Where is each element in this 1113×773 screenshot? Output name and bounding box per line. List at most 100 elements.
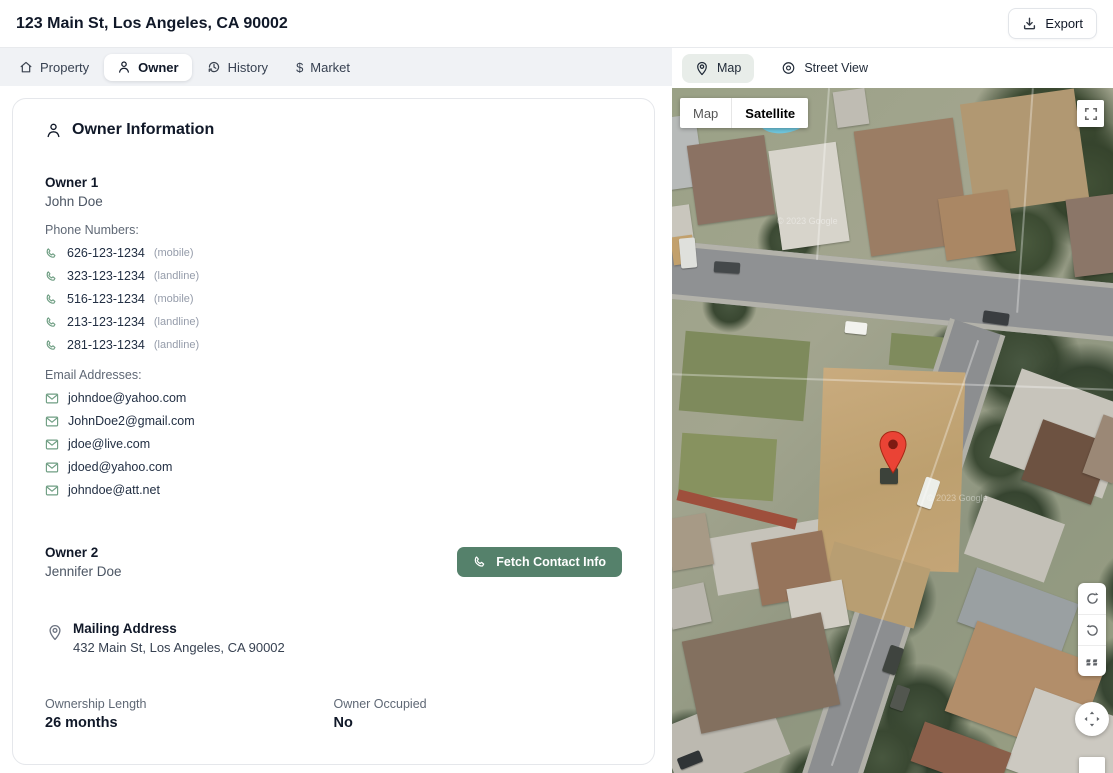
person-icon	[117, 60, 131, 74]
phone-type: (mobile)	[154, 247, 194, 259]
phone-type: (mobile)	[154, 293, 194, 305]
ownership-length-label: Ownership Length	[45, 697, 334, 711]
toggle-street-view-label: Street View	[804, 61, 868, 75]
phone-number: 516-123-1234	[67, 292, 145, 306]
rotate-counterclockwise-icon	[1085, 623, 1100, 638]
tab-market[interactable]: $ Market	[283, 54, 363, 81]
download-icon	[1022, 16, 1037, 31]
mailing-address-label: Mailing Address	[73, 621, 285, 636]
email-address: johndoe@yahoo.com	[68, 391, 186, 405]
rotate-counterclockwise-button[interactable]	[1078, 614, 1106, 645]
map-type-map-button[interactable]: Map	[680, 98, 731, 128]
tab-property[interactable]: Property	[6, 54, 102, 81]
email-icon	[45, 484, 59, 497]
owner-stats: Ownership Length 26 months Owner Occupie…	[45, 697, 622, 731]
phone-icon	[45, 316, 58, 329]
fullscreen-button[interactable]	[1077, 100, 1104, 127]
email-address: jdoe@live.com	[68, 437, 150, 451]
map-type-satellite-button[interactable]: Satellite	[731, 98, 808, 128]
phone-number: 281-123-1234	[67, 338, 145, 352]
email-icon	[45, 392, 59, 405]
phone-row: 516-123-1234 (mobile)	[45, 292, 622, 306]
fetch-contact-info-label: Fetch Contact Info	[496, 555, 606, 569]
owner-occupied-stat: Owner Occupied No	[334, 697, 623, 731]
email-address: jdoed@yahoo.com	[68, 460, 172, 474]
toggle-map-label: Map	[717, 61, 741, 75]
tab-bar: Property Owner History $	[0, 48, 672, 86]
owner-2-name: Jennifer Doe	[45, 564, 122, 579]
map-view-toggle: Map Street View	[672, 48, 1113, 88]
phone-number: 626-123-1234	[67, 246, 145, 260]
phone-type: (landline)	[154, 339, 199, 351]
tab-owner-label: Owner	[138, 60, 178, 75]
phone-type: (landline)	[154, 270, 199, 282]
phone-number: 213-123-1234	[67, 315, 145, 329]
owner-2-title: Owner 2	[45, 545, 122, 560]
tab-market-label: Market	[310, 60, 350, 75]
eye-icon	[781, 61, 796, 75]
email-icon	[45, 438, 59, 451]
email-icon	[45, 461, 59, 474]
tilt-button[interactable]	[1078, 645, 1106, 676]
tab-history[interactable]: History	[194, 54, 281, 81]
tab-history-label: History	[228, 60, 268, 75]
mailing-address-block: Mailing Address 432 Main St, Los Angeles…	[45, 621, 622, 655]
owner-information-card: Owner Information Owner 1 John Doe Phone…	[12, 98, 655, 765]
email-row: jdoed@yahoo.com	[45, 460, 622, 474]
phone-row: 626-123-1234 (mobile)	[45, 246, 622, 260]
email-icon	[45, 415, 59, 428]
email-address: johndoe@att.net	[68, 483, 160, 497]
owner-1-block: Owner 1 John Doe	[45, 175, 622, 209]
dollar-icon: $	[296, 60, 303, 75]
home-icon	[19, 60, 33, 74]
map-type-map-label: Map	[693, 106, 718, 121]
fullscreen-icon	[1084, 107, 1098, 121]
satellite-map[interactable]: © 2023 Google © 2023 Google Map Satellit…	[672, 88, 1113, 773]
email-addresses-label: Email Addresses:	[45, 368, 622, 382]
map-type-satellite-label: Satellite	[745, 106, 795, 121]
location-pin-icon	[47, 624, 63, 655]
email-row: JohnDoe2@gmail.com	[45, 414, 622, 428]
email-row: johndoe@yahoo.com	[45, 391, 622, 405]
owner-occupied-label: Owner Occupied	[334, 697, 623, 711]
pan-arrows-icon	[1082, 709, 1102, 729]
owner-1-title: Owner 1	[45, 175, 622, 190]
owner-information-heading: Owner Information	[45, 121, 622, 139]
owner-occupied-value: No	[334, 715, 623, 731]
map-watermark: © 2023 Google	[927, 493, 988, 503]
person-icon	[45, 122, 62, 139]
phone-type: (landline)	[154, 316, 199, 328]
email-address: JohnDoe2@gmail.com	[68, 414, 195, 428]
tab-owner[interactable]: Owner	[104, 54, 191, 81]
mailing-address-value: 432 Main St, Los Angeles, CA 90002	[73, 640, 285, 655]
phone-icon	[45, 247, 58, 260]
owner-information-title: Owner Information	[72, 121, 214, 139]
phone-row: 281-123-1234 (landline)	[45, 338, 622, 352]
ownership-length-stat: Ownership Length 26 months	[45, 697, 334, 731]
ownership-length-value: 26 months	[45, 715, 334, 731]
page-header: 123 Main St, Los Angeles, CA 90002 Expor…	[0, 0, 1113, 48]
page-title: 123 Main St, Los Angeles, CA 90002	[16, 15, 288, 33]
pan-control-button[interactable]	[1075, 702, 1109, 736]
toggle-map-view[interactable]: Map	[682, 54, 754, 83]
phone-icon	[45, 270, 58, 283]
export-button-label: Export	[1045, 16, 1083, 31]
map-type-control: Map Satellite	[680, 98, 808, 128]
map-pin-icon	[695, 61, 709, 76]
phone-number: 323-123-1234	[67, 269, 145, 283]
phone-icon	[473, 555, 487, 569]
toggle-street-view[interactable]: Street View	[768, 54, 881, 82]
owner-2-block: Owner 2 Jennifer Doe Fetch Contact Info	[45, 545, 622, 579]
export-button[interactable]: Export	[1008, 8, 1097, 39]
phone-numbers-label: Phone Numbers:	[45, 223, 622, 237]
map-control-partial[interactable]	[1079, 757, 1105, 773]
map-marker[interactable]	[878, 430, 908, 480]
phone-row: 323-123-1234 (landline)	[45, 269, 622, 283]
email-row: jdoe@live.com	[45, 437, 622, 451]
fetch-contact-info-button[interactable]: Fetch Contact Info	[457, 547, 622, 577]
map-watermark: © 2023 Google	[777, 216, 838, 226]
map-panel: Map Street View	[672, 48, 1113, 773]
rotate-clockwise-button[interactable]	[1078, 583, 1106, 614]
phone-row: 213-123-1234 (landline)	[45, 315, 622, 329]
history-icon	[207, 60, 221, 74]
